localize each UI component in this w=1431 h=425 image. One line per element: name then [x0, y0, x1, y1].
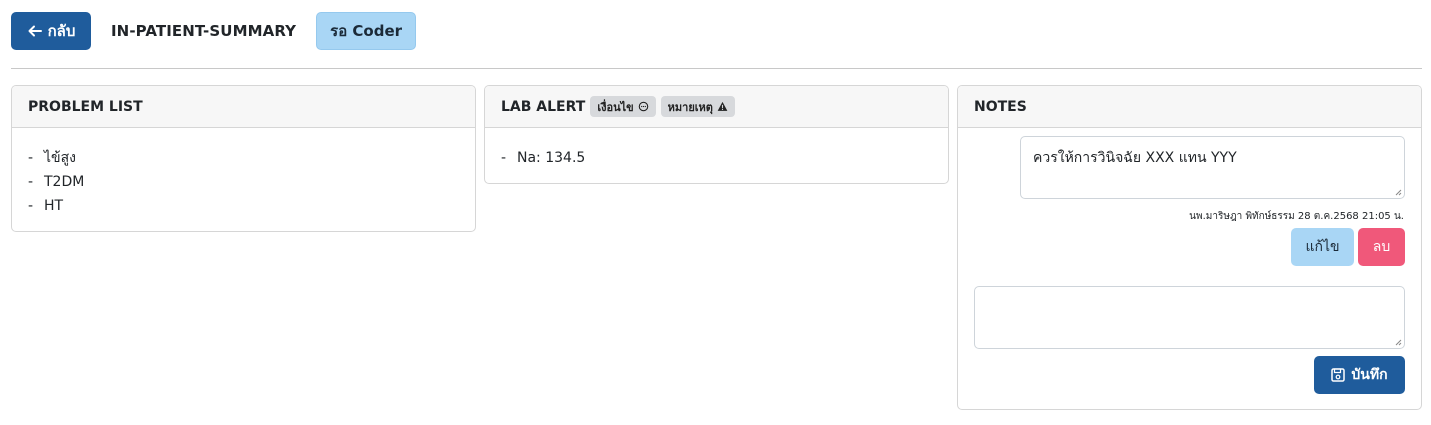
lab-alert-list: - Na: 134.5: [485, 128, 948, 170]
problem-item-label: ไข้สูง: [44, 150, 76, 166]
top-bar: กลับ IN-PATIENT-SUMMARY รอ Coder: [11, 12, 417, 50]
save-note-button[interactable]: บันทึก: [1314, 356, 1405, 394]
header-divider: [11, 68, 1422, 69]
resize-grip-icon[interactable]: [1394, 338, 1402, 346]
notes-header: NOTES: [958, 86, 1421, 128]
list-item: - HT: [28, 194, 475, 218]
save-button-label: บันทึก: [1351, 367, 1388, 383]
warning-icon: [717, 101, 728, 111]
problem-item-label: T2DM: [44, 174, 85, 190]
arrow-left-icon: [28, 25, 42, 37]
lab-item-label: Na: 134.5: [517, 150, 586, 166]
note-text-area[interactable]: ควรให้การวินิจฉัย XXX แทน YYY: [1020, 136, 1405, 199]
condition-tag[interactable]: เงื่อนไข: [590, 96, 656, 117]
note-author-timestamp: นพ.มาริษฎา พิทักษ์ธรรม 28 ต.ค.2568 21:05…: [1189, 211, 1404, 222]
lab-alert-card: LAB ALERT เงื่อนไข หมายเหตุ - Na: 134.5: [484, 85, 949, 184]
notes-title: NOTES: [974, 98, 1027, 115]
list-item: - T2DM: [28, 170, 475, 194]
note-text: ควรให้การวินิจฉัย XXX แทน YYY: [1033, 150, 1237, 166]
lab-alert-header: LAB ALERT เงื่อนไข หมายเหตุ: [485, 86, 948, 128]
remark-tag-label: หมายเหตุ: [667, 100, 713, 114]
resize-grip-icon[interactable]: [1394, 188, 1402, 196]
remark-tag[interactable]: หมายเหตุ: [660, 96, 735, 117]
condition-tag-label: เงื่อนไข: [597, 100, 634, 114]
back-button-label: กลับ: [47, 22, 76, 40]
notes-card: NOTES ควรให้การวินิจฉัย XXX แทน YYY นพ.ม…: [957, 85, 1422, 410]
page-title: IN-PATIENT-SUMMARY: [111, 22, 297, 40]
list-item: - Na: 134.5: [501, 146, 948, 170]
delete-note-button[interactable]: ลบ: [1358, 228, 1405, 266]
problem-list: - ไข้สูง - T2DM - HT: [12, 128, 475, 218]
new-note-input[interactable]: [974, 286, 1405, 349]
problem-list-header: PROBLEM LIST: [12, 86, 475, 128]
comment-icon: [638, 101, 648, 112]
problem-list-title: PROBLEM LIST: [28, 98, 143, 115]
problem-list-card: PROBLEM LIST - ไข้สูง - T2DM - HT: [11, 85, 476, 232]
problem-item-label: HT: [44, 198, 64, 214]
back-button[interactable]: กลับ: [11, 12, 91, 50]
status-badge: รอ Coder: [316, 12, 417, 50]
lab-alert-title: LAB ALERT: [501, 98, 586, 115]
edit-note-button[interactable]: แก้ไข: [1291, 228, 1354, 266]
list-item: - ไข้สูง: [28, 146, 475, 170]
save-icon: [1331, 368, 1346, 382]
